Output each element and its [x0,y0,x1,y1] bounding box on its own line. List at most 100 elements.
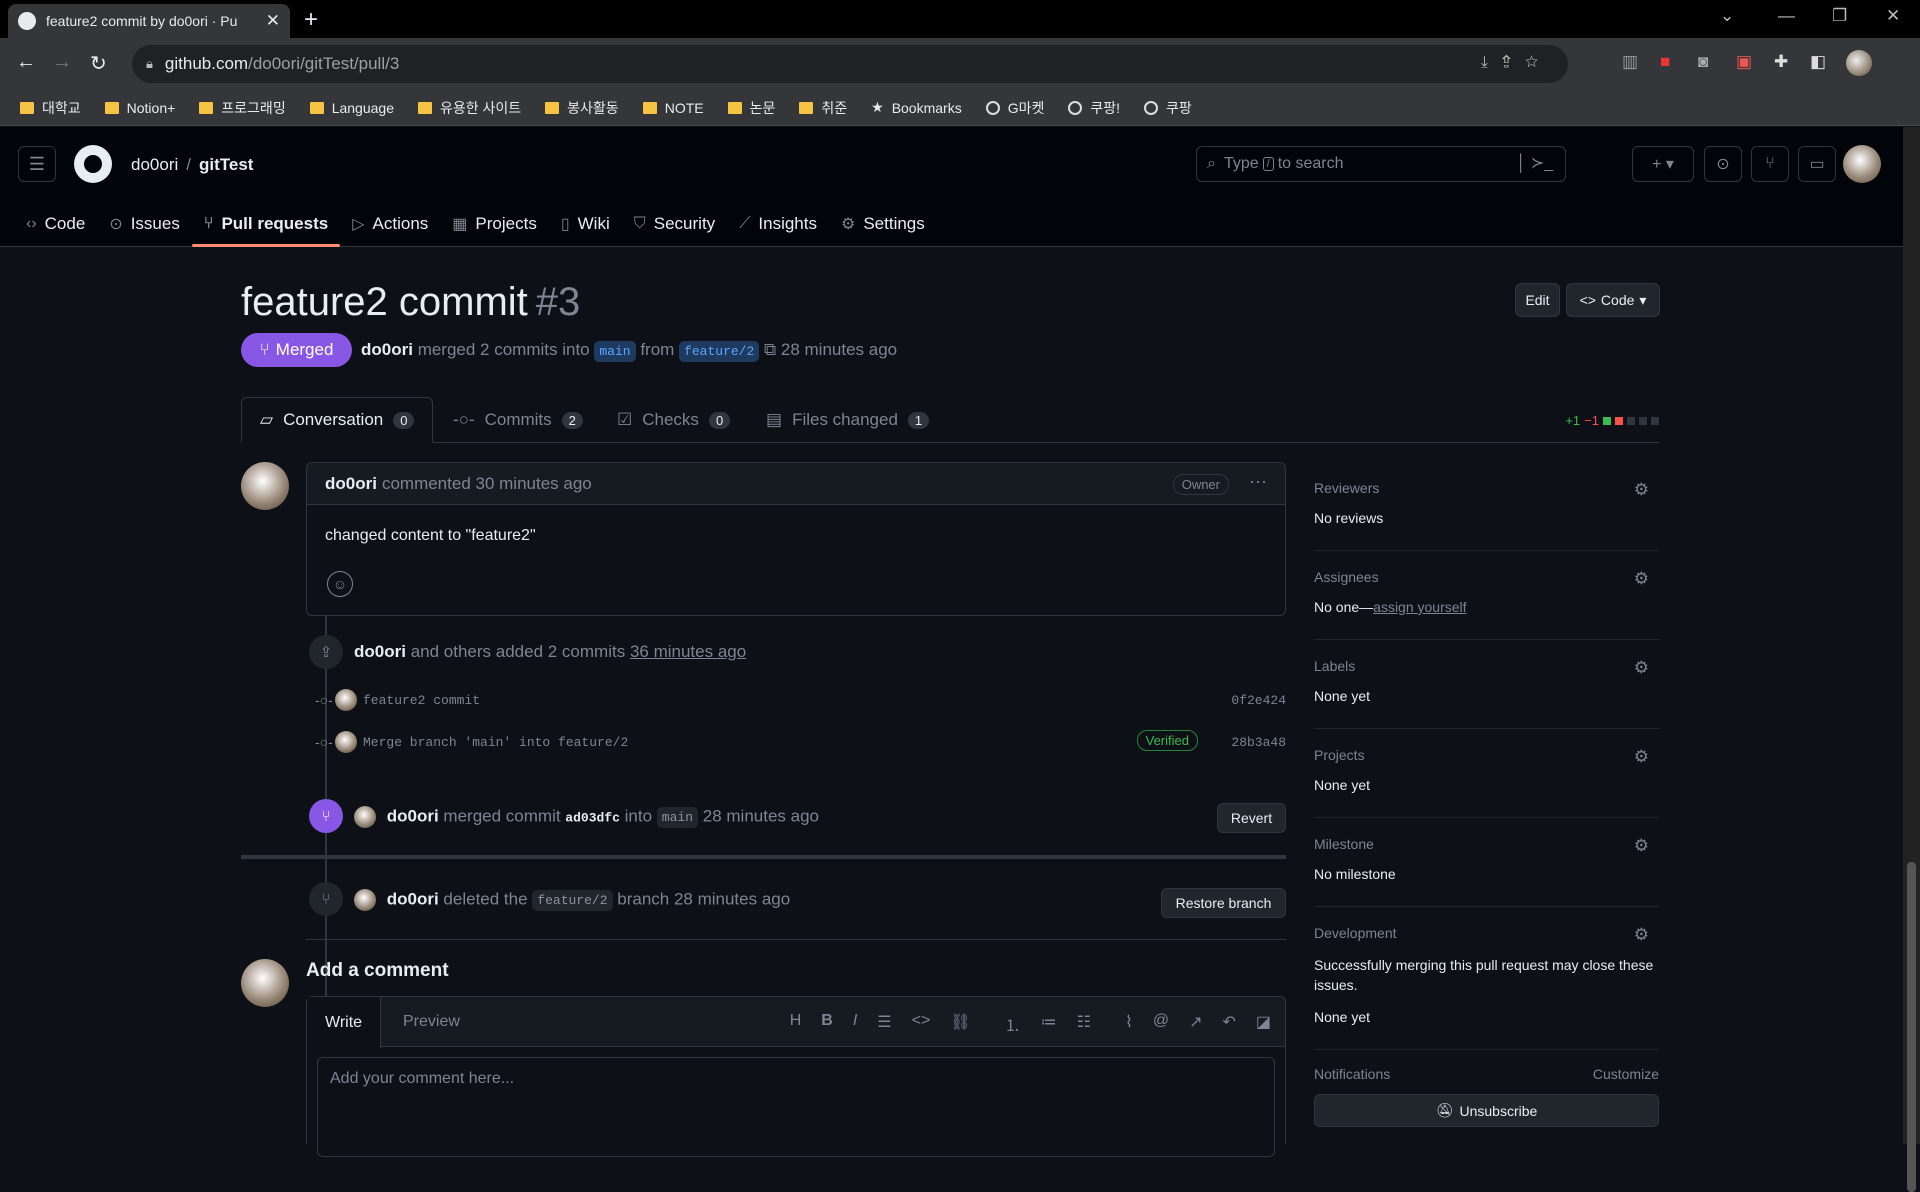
tab-actions[interactable]: ▷ Actions [352,201,428,247]
bookmark-item[interactable]: G마켓 [985,98,1044,118]
gear-icon[interactable]: ⚙ [1634,480,1649,500]
address-bar[interactable]: 🔒︎ github.com/do0ori/gitTest/pull/3 ⤓⇪☆ [132,45,1568,83]
quote-icon[interactable]: ☰ [877,1012,891,1036]
bookmark-item[interactable]: 대학교 [20,98,81,118]
tab-projects[interactable]: ▦ Projects [452,201,537,247]
heading-icon[interactable]: H [790,1012,802,1036]
commits-added-author[interactable]: do0ori [354,642,406,661]
tab-insights[interactable]: ⟋ Insights [739,201,817,247]
comment-action[interactable]: commented 30 minutes ago [382,474,592,494]
bookmark-item[interactable]: 논문 [727,98,775,118]
scrollbar-thumb[interactable] [1907,862,1916,1192]
tab-security[interactable]: ⛉ Security [634,201,715,247]
search-input[interactable]: ⌕ Type / to search │ ≻_ [1196,146,1566,182]
link-icon[interactable]: ⛓ [950,1012,970,1036]
merged-time[interactable]: 28 minutes ago [703,806,819,825]
inbox-icon[interactable]: ▭ [1798,146,1836,182]
bookmark-item[interactable]: 쿠팡 [1144,98,1192,118]
create-new-button[interactable]: + ▾ [1632,146,1694,182]
gear-icon[interactable]: ⚙ [1634,658,1649,678]
tab-issues[interactable]: ⊙ Issues [109,201,180,247]
side-panel-icon[interactable]: ◧ [1810,52,1826,72]
copy-icon[interactable]: ⧉ [764,340,776,359]
tab-files-changed[interactable]: ▤ Files changed 1 [766,397,930,443]
assign-yourself-link[interactable]: assign yourself [1373,599,1466,615]
close-tab-icon[interactable]: ✕ [266,11,280,31]
task-list-icon[interactable]: ☷ [1077,1012,1091,1036]
commit-author-avatar[interactable] [335,689,357,711]
comment-author[interactable]: do0ori [325,474,377,494]
bookmark-item[interactable]: 쿠팡! [1068,98,1120,118]
commit-message[interactable]: Merge branch 'main' into feature/2 [363,735,628,750]
merged-author[interactable]: do0ori [387,806,439,825]
comment-author-avatar[interactable] [241,462,289,510]
github-logo-icon[interactable] [74,145,112,183]
bookmark-item[interactable]: ★ Bookmarks [871,99,962,116]
edit-button[interactable]: Edit [1515,283,1560,317]
ordered-list-icon[interactable]: ⒈ [1005,1012,1021,1036]
bold-icon[interactable]: B [821,1012,833,1036]
mention-icon[interactable]: @ [1153,1012,1169,1036]
commit-author-avatar[interactable] [335,731,357,753]
comment-textarea[interactable]: Add your comment here... [317,1057,1275,1157]
tab-settings[interactable]: ⚙ Settings [841,201,925,247]
back-icon[interactable]: ← [16,51,36,74]
add-reaction-smiley-icon[interactable]: ☺ [327,571,353,597]
code-dropdown-button[interactable]: <> Code ▾ [1566,283,1660,317]
deleter-avatar[interactable] [354,889,376,911]
attach-icon[interactable]: ⌇ [1125,1012,1133,1036]
deleted-author[interactable]: do0ori [387,889,439,908]
bookmark-item[interactable]: 유용한 사이트 [418,98,521,118]
minimize-icon[interactable]: — [1778,6,1795,26]
commits-added-time[interactable]: 36 minutes ago [630,642,746,661]
extensions-puzzle-icon[interactable]: ✚ [1774,52,1788,72]
bookmark-item[interactable]: Notion+ [104,100,175,116]
slash-commands-icon[interactable]: ◪ [1256,1012,1271,1036]
bookmark-item[interactable]: 봉사활동 [545,98,619,118]
commit-sha[interactable]: 28b3a48 [1231,735,1286,750]
merger-avatar[interactable] [354,806,376,828]
reply-icon[interactable]: ↶ [1222,1012,1235,1036]
browser-tab[interactable]: feature2 commit by do0ori · Pu ✕ [8,4,290,38]
reload-icon[interactable]: ↻ [90,51,107,76]
extension-n-icon[interactable]: ▥ [1622,52,1638,72]
revert-button[interactable]: Revert [1217,803,1286,833]
gear-icon[interactable]: ⚙ [1634,569,1649,589]
close-window-icon[interactable]: ✕ [1886,6,1900,26]
tab-wiki[interactable]: ▯ Wiki [561,201,610,247]
gear-icon[interactable]: ⚙ [1634,747,1649,767]
user-avatar[interactable] [1843,145,1881,183]
tab-conversation[interactable]: ▱ Conversation 0 [241,397,434,443]
merged-sha[interactable]: ad03dfc [565,810,620,825]
gear-icon[interactable]: ⚙ [1634,836,1649,856]
tab-search-icon[interactable]: ⌄ [1720,6,1734,26]
restore-icon[interactable]: ❐ [1832,6,1847,26]
breadcrumb-owner[interactable]: do0ori [131,155,178,174]
tab-checks[interactable]: ☑ Checks 0 [617,397,731,443]
tab-pull-requests[interactable]: ⑂ Pull requests [191,201,341,247]
issues-icon[interactable]: ⊙ [1704,146,1742,182]
address-actions-icons[interactable]: ⤓⇪☆ [1481,54,1552,72]
new-tab-icon[interactable]: + [304,6,318,34]
pr-author[interactable]: do0ori [361,340,413,359]
base-branch[interactable]: main [594,341,636,362]
breadcrumb-repo[interactable]: gitTest [199,155,253,174]
extension-lh-icon[interactable]: ▣ [1736,52,1752,72]
italic-icon[interactable]: I [853,1012,857,1036]
kebab-menu-icon[interactable]: ··· [1249,471,1267,492]
commit-sha[interactable]: 0f2e424 [1231,693,1286,708]
cross-reference-icon[interactable]: ↗ [1189,1012,1202,1036]
tab-preview[interactable]: Preview [385,997,478,1047]
profile-avatar[interactable] [1846,50,1872,76]
code-icon[interactable]: <> [912,1012,931,1036]
commit-message[interactable]: feature2 commit [363,693,480,708]
bookmark-item[interactable]: 프로그래밍 [199,98,286,118]
gear-icon[interactable]: ⚙ [1634,925,1649,945]
tab-commits[interactable]: -○- Commits 2 [453,397,583,443]
bookmark-item[interactable]: NOTE [642,100,704,116]
current-user-avatar[interactable] [241,959,289,1007]
bookmark-item[interactable]: 취준 [799,98,847,118]
head-branch[interactable]: feature/2 [679,341,760,362]
customize-link[interactable]: Customize [1593,1066,1659,1082]
command-palette-icon[interactable]: │ ≻_ [1516,153,1553,173]
